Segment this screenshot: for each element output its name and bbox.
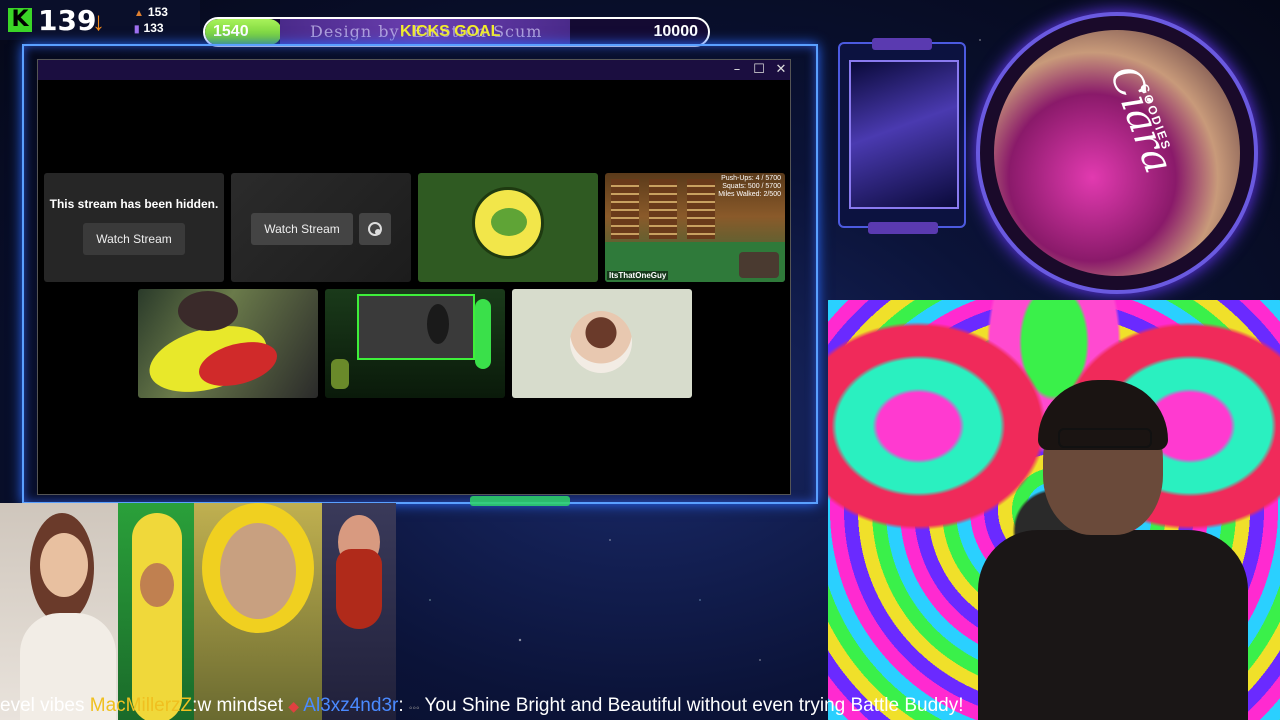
guest-cam-2 (118, 503, 194, 720)
followers-count: 153 (147, 5, 168, 19)
close-button[interactable]: ✕ (770, 61, 792, 79)
beard (336, 549, 382, 629)
multistream-window: – ☐ ✕ This stream has been hidden. Watch… (37, 59, 791, 495)
bookshelf (611, 179, 639, 239)
panel-cap (872, 38, 932, 50)
nested-stream (357, 294, 475, 360)
subs-count: 133 (143, 21, 164, 35)
chat-ticker: evel vibes MacMillerzZ:w mindset ◆ Al3xz… (0, 692, 1280, 720)
kick-logo-icon: K (8, 8, 32, 32)
banana-costume (132, 513, 182, 720)
followers-stat: ▲ 153 (134, 5, 168, 19)
ticker-username: Al3xz4nd3r (303, 695, 399, 716)
hat (178, 291, 238, 331)
ticker-message: evel vibes (0, 695, 90, 716)
ticker-message: You Shine Bright and Beautiful without e… (419, 695, 964, 716)
goal-current: 1540 (213, 23, 249, 40)
badge-icon: ◆ (288, 698, 300, 714)
minimize-button[interactable]: – (726, 61, 748, 79)
frame-accent (470, 496, 570, 506)
streamer-tag: ItsThatOneGuy (607, 271, 669, 280)
channel-logo: Ciara GOODIES (994, 30, 1240, 276)
guest-face (40, 533, 88, 597)
picture-in-picture-icon (368, 222, 382, 236)
stream-tile-camera[interactable] (325, 289, 505, 398)
window-title-bar[interactable]: – ☐ ✕ (38, 60, 790, 80)
stream-tile-hidden: This stream has been hidden. Watch Strea… (44, 173, 224, 282)
bookshelf (649, 179, 677, 239)
ticker-message: : (398, 695, 404, 716)
streamer-webcam (828, 300, 1280, 720)
watch-stream-button[interactable]: Watch Stream (83, 223, 185, 255)
ticker-message: :w mindset (192, 695, 289, 716)
bar-chart-icon: ▮ (134, 24, 140, 35)
stream-tile-avatar[interactable] (418, 173, 598, 282)
panel-foot (868, 222, 938, 234)
goal-title: KICKS GOAL (400, 23, 501, 40)
goal-target: 10000 (653, 23, 699, 40)
emote-icon: ◦◦◦ (408, 703, 420, 714)
bookshelf (687, 179, 715, 239)
person-icon: ▲ (134, 8, 144, 19)
guest-face (140, 563, 174, 607)
side-panel (838, 38, 966, 234)
challenge-tracker: Push-Ups: 4 / 5700 Squats: 500 / 5700 Mi… (718, 175, 781, 198)
channel-logo-frame: Ciara GOODIES (976, 12, 1258, 294)
ticker-username: MacMillerzZ (89, 695, 193, 716)
guest-cam-strip (0, 503, 396, 720)
stream-tile-camera[interactable] (138, 289, 318, 398)
hidden-message: This stream has been hidden. (49, 197, 219, 211)
galaxy-panel (849, 60, 959, 209)
watch-stream-button[interactable]: Watch Stream (251, 213, 353, 245)
logo-script: Ciara (1100, 60, 1182, 180)
trend-down-icon: ↓ (92, 6, 105, 36)
maximize-button[interactable]: ☐ (748, 61, 770, 79)
alien-figure (475, 299, 491, 369)
streamer-cam (739, 252, 779, 278)
figure (331, 359, 349, 389)
guest-cam-4 (322, 503, 396, 720)
guest-cam-3 (194, 503, 322, 720)
pepe-face (491, 208, 527, 236)
person (427, 304, 449, 344)
subs-stat: ▮ 133 (134, 21, 164, 35)
viewer-count: 139 (38, 4, 97, 37)
guest-cam-1 (0, 503, 118, 720)
kicks-goal-bar: Design by: Emotion Scum 1540 KICKS GOAL … (203, 17, 710, 47)
guest-face (220, 523, 296, 619)
picture-in-picture-button[interactable] (359, 213, 391, 245)
stream-tile-avatar[interactable] (512, 289, 692, 398)
pepe-avatar-icon (472, 187, 544, 259)
stream-tile-game[interactable]: Push-Ups: 4 / 5700 Squats: 500 / 5700 Mi… (605, 173, 785, 282)
stream-tile-blurred: Watch Stream (231, 173, 411, 282)
stream-stats: K 139 ↓ ▲ 153 ▮ 133 (0, 0, 200, 40)
glasses (1058, 428, 1152, 448)
profile-avatar-icon (570, 311, 632, 373)
